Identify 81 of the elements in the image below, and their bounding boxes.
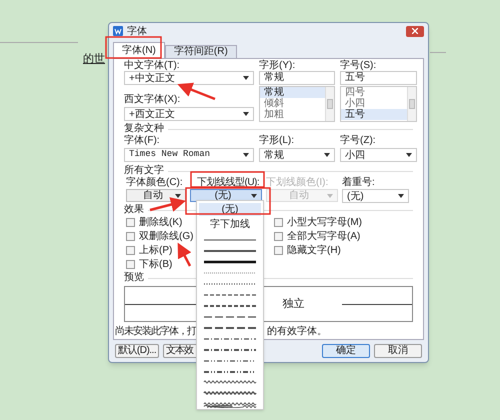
group-title: 效果: [124, 205, 144, 215]
color-button[interactable]: 自动: [126, 189, 186, 202]
field-label: 下划线线型(U):: [197, 178, 260, 188]
list-item[interactable]: 常规: [260, 87, 325, 98]
caret-icon: [175, 194, 181, 198]
group-title: 预览: [124, 273, 144, 283]
list-item[interactable]: 字下加线: [199, 218, 261, 231]
caret-icon: [324, 153, 330, 157]
checkbox[interactable]: [274, 232, 283, 240]
checkbox-label: 双删除线(G): [139, 230, 194, 244]
list-item[interactable]: 倾斜: [260, 98, 325, 109]
line-style-option[interactable]: [203, 258, 257, 266]
list-item[interactable]: 五号: [341, 109, 407, 120]
field-label: 字形(L):: [259, 136, 295, 146]
checkbox[interactable]: [126, 246, 135, 254]
list-item[interactable]: 四号: [341, 87, 407, 98]
field-label: 西文字体(X):: [124, 95, 182, 105]
caret-icon: [406, 153, 412, 157]
field-label: 字体(F):: [124, 136, 161, 146]
list-item[interactable]: 小四: [341, 98, 407, 109]
list-box[interactable]: 常规 倾斜 加粗: [259, 86, 335, 122]
close-icon: [412, 28, 418, 34]
caret-icon: [243, 153, 249, 157]
checkbox[interactable]: [126, 232, 135, 240]
caret-icon: [250, 194, 257, 198]
caret-icon: [243, 112, 249, 116]
checkbox-label: 隐藏文字(H): [287, 244, 341, 258]
checkbox-label: 全部大写字母(A): [287, 230, 360, 244]
line-style-option[interactable]: [203, 401, 257, 409]
list-box[interactable]: 四号 小四 五号: [340, 86, 417, 122]
window-title: 字体: [127, 24, 148, 38]
list-item[interactable]: (无): [199, 203, 261, 216]
field-label: 字形(Y):: [259, 61, 296, 71]
dialog-button[interactable]: 默认(D)...: [115, 344, 159, 358]
dropdown[interactable]: +中文正文: [124, 71, 254, 85]
field-label: 字体颜色(C):: [126, 178, 184, 188]
line-style-option[interactable]: [203, 247, 257, 255]
dropdown[interactable]: 小四: [340, 148, 417, 162]
checkbox[interactable]: [126, 218, 135, 226]
tab[interactable]: 字符间距(R): [164, 45, 237, 58]
checkbox-label: 下标(B): [139, 258, 172, 272]
caret-icon: [327, 194, 333, 198]
checkbox-label: 删除线(K): [139, 216, 182, 230]
dropdown[interactable]: +西文正文: [124, 107, 254, 121]
tab[interactable]: 字体(N): [113, 42, 165, 58]
checkbox-label: 上标(P): [139, 244, 172, 258]
caret-icon: [243, 76, 249, 80]
close-button[interactable]: [406, 26, 424, 36]
scrollbar[interactable]: [407, 87, 416, 121]
field-label: 字号(S):: [340, 61, 378, 71]
checkbox[interactable]: [274, 218, 283, 226]
dropdown[interactable]: 常规: [259, 148, 335, 162]
app-icon: [113, 26, 123, 36]
group-title: 所有文字: [124, 166, 164, 176]
checkbox[interactable]: [274, 246, 283, 254]
preview-text: 独立: [282, 296, 304, 312]
note-text: 的有效字体。: [267, 326, 327, 338]
note-text: 尚未安装此字体，打: [115, 326, 197, 338]
checkbox[interactable]: [126, 260, 135, 268]
caret-icon: [398, 194, 404, 198]
group-title: 复杂文种: [124, 124, 164, 134]
dialog-button[interactable]: 确定: [322, 344, 370, 358]
dropdown[interactable]: Times New Roman: [124, 148, 254, 162]
document-text: 的世: [83, 52, 105, 67]
dropdown[interactable]: (无): [342, 189, 409, 203]
line-style-option[interactable]: [203, 368, 257, 376]
list-item[interactable]: 加粗: [260, 109, 325, 120]
annotation-arrow: [178, 242, 192, 267]
line-style-option[interactable]: [203, 346, 257, 354]
field-label: 着重号:: [342, 178, 376, 188]
input-field[interactable]: 常规: [259, 71, 335, 85]
scrollbar[interactable]: [325, 87, 334, 121]
annotation-box: [105, 36, 162, 59]
line-style-option[interactable]: [203, 324, 257, 332]
checkbox-label: 小型大写字母(M): [287, 216, 362, 230]
field-label: 字号(Z):: [340, 136, 377, 146]
line-style-option[interactable]: [203, 302, 257, 310]
field-label: 中文字体(T):: [124, 61, 181, 71]
input-field[interactable]: 五号: [340, 71, 417, 85]
dialog-button[interactable]: 取消: [374, 344, 422, 358]
field-label: 下划线颜色(I):: [266, 178, 330, 188]
